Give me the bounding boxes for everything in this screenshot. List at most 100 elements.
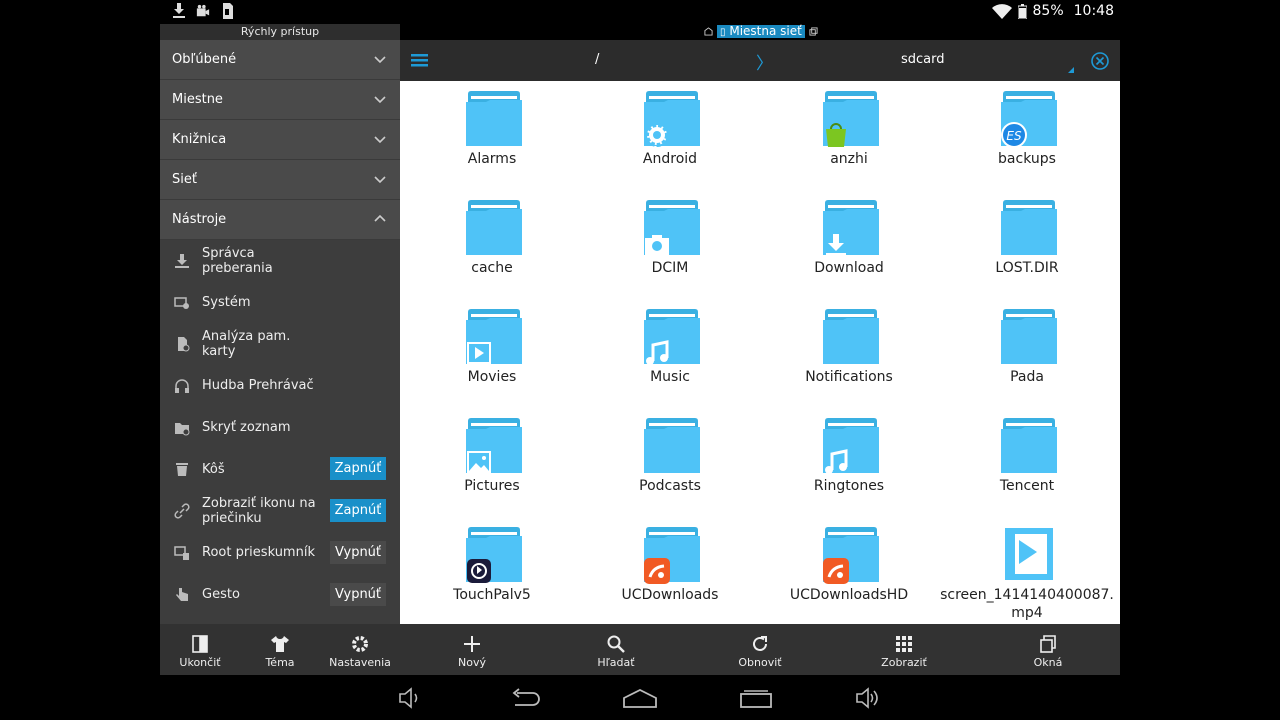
folder-item[interactable]: Alarms bbox=[403, 81, 581, 186]
path-dropdown-indicator[interactable] bbox=[1068, 67, 1074, 73]
home-window-icon[interactable] bbox=[704, 27, 713, 36]
folder-item[interactable]: Notifications bbox=[760, 299, 938, 404]
tool-sdcard-analysis[interactable]: Analýza pam. karty bbox=[160, 323, 400, 365]
quick-access-sidebar: Rýchly prístup Obľúbené Miestne Knižnica… bbox=[160, 24, 400, 624]
file-name: anzhi bbox=[830, 151, 868, 167]
tool-label: Gesto bbox=[202, 586, 240, 602]
button-label: Obnoviť bbox=[738, 656, 782, 669]
new-button[interactable]: Nový bbox=[400, 624, 544, 675]
tab-label: Miestna sieť bbox=[729, 24, 802, 38]
home-icon[interactable] bbox=[622, 687, 658, 709]
windows-button[interactable]: Okná bbox=[976, 624, 1120, 675]
android-navigation-bar bbox=[160, 675, 1120, 720]
recent-apps-icon[interactable] bbox=[739, 687, 773, 709]
tool-label: Root prieskumník bbox=[202, 545, 315, 561]
path-root[interactable]: / bbox=[595, 52, 599, 67]
chevron-up-icon bbox=[374, 214, 386, 222]
tool-gesture: Gesto Vypnúť bbox=[160, 574, 400, 616]
shopping-bag-icon bbox=[826, 123, 846, 147]
path-current[interactable]: sdcard bbox=[901, 52, 945, 67]
folder-item[interactable]: Podcasts bbox=[581, 408, 759, 513]
file-name: UCDownloads bbox=[621, 587, 719, 603]
search-button[interactable]: Hľadať bbox=[544, 624, 688, 675]
download-notification-icon bbox=[173, 3, 185, 18]
tool-recycle-bin: Kôš Zapnúť bbox=[160, 448, 400, 490]
status-bar: 85% 10:48 bbox=[160, 0, 1120, 24]
folder-item[interactable]: Movies bbox=[403, 299, 581, 404]
sdcard-notification-icon bbox=[223, 3, 233, 19]
folder-item[interactable]: Ringtones bbox=[760, 408, 938, 513]
folder-item[interactable]: Music bbox=[581, 299, 759, 404]
sidebar-section-tools[interactable]: Nástroje bbox=[160, 200, 400, 240]
search-icon bbox=[607, 635, 625, 653]
tab-local-network[interactable]: ▯ Miestna sieť bbox=[717, 25, 805, 38]
recycle-bin-toggle[interactable]: Zapnúť bbox=[330, 457, 386, 481]
video-file-item[interactable]: screen_1414140400087.mp4 bbox=[938, 517, 1116, 622]
menu-icon[interactable] bbox=[410, 51, 430, 69]
file-name: Tencent bbox=[999, 478, 1055, 494]
folder-item[interactable]: TouchPalv5 bbox=[403, 517, 581, 622]
chevron-down-icon bbox=[374, 96, 386, 104]
tool-music-player[interactable]: Hudba Prehrávač bbox=[160, 365, 400, 407]
folder-item[interactable]: anzhi bbox=[760, 81, 938, 186]
link-icon bbox=[174, 503, 190, 519]
close-icon[interactable] bbox=[1090, 51, 1110, 71]
folder-item[interactable]: cache bbox=[403, 190, 581, 295]
copy-window-icon[interactable] bbox=[809, 27, 818, 36]
theme-button[interactable]: Téma bbox=[240, 624, 320, 675]
file-name: Podcasts bbox=[639, 478, 701, 494]
button-label: Zobraziť bbox=[881, 656, 927, 669]
sidebar-section-library[interactable]: Knižnica bbox=[160, 120, 400, 160]
wifi-icon bbox=[991, 3, 1012, 19]
file-name: Music bbox=[650, 369, 690, 385]
exit-button[interactable]: Ukončiť bbox=[160, 624, 240, 675]
file-name: screen_1414140400087.mp4 bbox=[940, 587, 1114, 621]
download-icon bbox=[826, 234, 846, 256]
tool-hide-list[interactable]: Skryť zoznam bbox=[160, 407, 400, 449]
folder-item[interactable]: Pada bbox=[938, 299, 1116, 404]
play-icon bbox=[467, 342, 491, 364]
volume-down-icon[interactable] bbox=[398, 687, 422, 709]
folder-icon bbox=[999, 199, 1059, 257]
folder-item[interactable]: Pictures bbox=[403, 408, 581, 513]
volume-up-icon[interactable] bbox=[855, 687, 881, 709]
tool-system[interactable]: Systém bbox=[160, 282, 400, 324]
sidebar-section-local[interactable]: Miestne bbox=[160, 80, 400, 120]
button-label: Téma bbox=[265, 656, 295, 669]
root-explorer-toggle[interactable]: Vypnúť bbox=[330, 540, 386, 564]
trash-icon bbox=[176, 463, 188, 477]
file-name: Pictures bbox=[464, 478, 520, 494]
refresh-button[interactable]: Obnoviť bbox=[688, 624, 832, 675]
gesture-toggle[interactable]: Vypnúť bbox=[330, 582, 386, 606]
touchpal-icon bbox=[467, 559, 491, 583]
folder-item[interactable]: LOST.DIR bbox=[938, 190, 1116, 295]
section-label: Knižnica bbox=[172, 132, 227, 147]
folder-icon bbox=[999, 417, 1059, 475]
windows-icon bbox=[1040, 635, 1056, 653]
tool-label: Analýza pam. karty bbox=[202, 329, 291, 360]
folder-item[interactable]: Tencent bbox=[938, 408, 1116, 513]
folder-item[interactable]: ES backups bbox=[938, 81, 1116, 186]
button-label: Hľadať bbox=[597, 656, 635, 669]
section-label: Nástroje bbox=[172, 212, 227, 227]
back-icon[interactable] bbox=[509, 687, 541, 709]
folder-item[interactable]: UCDownloadsHD bbox=[760, 517, 938, 622]
settings-button[interactable]: Nastavenia bbox=[320, 624, 400, 675]
folder-item[interactable]: Download bbox=[760, 190, 938, 295]
sidebar-section-network[interactable]: Sieť bbox=[160, 160, 400, 200]
view-button[interactable]: Zobraziť bbox=[832, 624, 976, 675]
sidebar-section-favorites[interactable]: Obľúbené bbox=[160, 40, 400, 80]
folder-item[interactable]: DCIM bbox=[581, 190, 759, 295]
path-bar: / 〉 sdcard bbox=[400, 40, 1120, 81]
folder-item[interactable]: UCDownloads bbox=[581, 517, 759, 622]
path-separator: 〉 bbox=[756, 54, 773, 74]
refresh-icon bbox=[753, 636, 767, 651]
chevron-down-icon bbox=[374, 176, 386, 184]
exit-icon bbox=[192, 635, 208, 653]
section-label: Sieť bbox=[172, 172, 197, 187]
folder-icon-toggle[interactable]: Zapnúť bbox=[330, 499, 386, 523]
tool-download-manager[interactable]: Správca preberania bbox=[160, 240, 400, 282]
button-label: Okná bbox=[1033, 656, 1063, 669]
folder-item[interactable]: Android bbox=[581, 81, 759, 186]
sidebar-toolbar: Ukončiť Téma Nastavenia bbox=[160, 624, 400, 675]
